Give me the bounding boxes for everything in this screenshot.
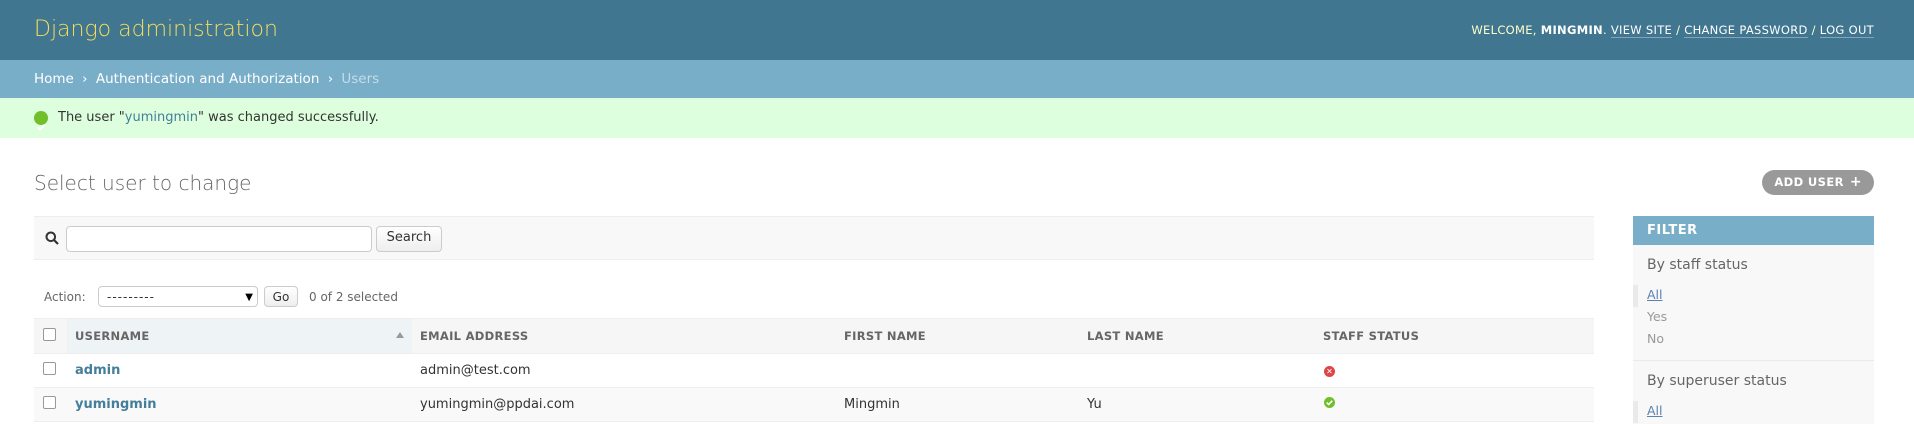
- email-cell: admin@test.com: [412, 353, 836, 388]
- chevron-down-icon: ▼: [245, 292, 253, 303]
- welcome-text: WELCOME,: [1471, 23, 1537, 37]
- breadcrumb-current: Users: [341, 71, 380, 87]
- breadcrumb-home[interactable]: Home: [34, 71, 74, 87]
- column-staff-status-label: STAFF STATUS: [1323, 329, 1420, 343]
- email-cell: yumingmin@ppdai.com: [412, 387, 836, 422]
- breadcrumb: Home › Authentication and Authorization …: [0, 60, 1914, 98]
- separator: /: [1811, 23, 1816, 37]
- change-password-link[interactable]: CHANGE PASSWORD: [1684, 23, 1808, 38]
- action-select[interactable]: --------- ▼: [98, 286, 258, 307]
- sort-ascending-icon[interactable]: [396, 332, 404, 338]
- row-select-cell: [34, 353, 67, 388]
- filter-option-label[interactable]: No: [1647, 331, 1664, 346]
- site-name[interactable]: Django administration: [34, 17, 278, 42]
- first-name-value: [836, 363, 844, 378]
- filter-options: All: [1633, 401, 1874, 423]
- row-select-cell: [34, 387, 67, 422]
- header: Django administration WELCOME, MINGMIN. …: [0, 0, 1914, 60]
- column-email[interactable]: EMAIL ADDRESS: [412, 318, 836, 354]
- row-checkbox[interactable]: [43, 362, 56, 375]
- add-user-label: ADD USER: [1774, 175, 1844, 189]
- first-name-value: Mingmin: [844, 397, 900, 412]
- view-site-link[interactable]: VIEW SITE: [1610, 23, 1673, 38]
- filter-option-label[interactable]: All: [1647, 403, 1663, 418]
- add-user-button[interactable]: ADD USER +: [1762, 170, 1874, 195]
- column-staff-status[interactable]: STAFF STATUS: [1315, 318, 1594, 354]
- first-name-cell: [836, 353, 1079, 388]
- search-icon: [45, 230, 59, 245]
- separator: /: [1676, 23, 1681, 37]
- x-circle-icon: ✕: [1324, 366, 1335, 377]
- filter-group-title: By superuser status: [1647, 373, 1787, 389]
- staff-status-cell: ✕: [1315, 353, 1594, 388]
- current-username: MINGMIN: [1540, 23, 1603, 37]
- username-cell: yumingmin: [67, 387, 412, 422]
- first-name-cell: Mingmin: [836, 387, 1079, 422]
- filter-option-label[interactable]: All: [1647, 287, 1663, 302]
- results-table: USERNAME EMAIL ADDRESS FIRST NAME LAST N…: [34, 318, 1594, 422]
- search-button[interactable]: Search: [376, 226, 442, 252]
- username-link[interactable]: yumingmin: [75, 397, 157, 412]
- column-email-label: EMAIL ADDRESS: [420, 329, 529, 343]
- filter-option-all[interactable]: All: [1633, 401, 1874, 423]
- search-input[interactable]: [66, 226, 372, 252]
- user-tools: WELCOME, MINGMIN. VIEW SITE / CHANGE PAS…: [1471, 23, 1874, 38]
- filter-option-no[interactable]: No: [1633, 329, 1874, 351]
- breadcrumb-separator: ›: [82, 71, 88, 87]
- row-checkbox[interactable]: [43, 396, 56, 409]
- message-prefix: The user ": [58, 110, 125, 125]
- breadcrumb-section[interactable]: Authentication and Authorization: [96, 71, 320, 87]
- log-out-link[interactable]: LOG OUT: [1819, 23, 1874, 38]
- search-toolbar: Search: [34, 216, 1594, 260]
- filter-panel: FILTER By staff status All Yes No By sup…: [1633, 216, 1874, 424]
- last-name-cell: Yu: [1079, 387, 1315, 422]
- last-name-value: [1079, 363, 1087, 378]
- filter-options: All Yes No: [1633, 285, 1874, 351]
- check-circle-icon: [1324, 397, 1335, 408]
- filter-option-label[interactable]: Yes: [1647, 309, 1667, 324]
- plus-icon: +: [1849, 174, 1862, 190]
- table-row: yumingmin yumingmin@ppdai.com Mingmin Yu: [34, 387, 1594, 422]
- staff-status-cell: [1315, 387, 1594, 422]
- column-last-name-label: LAST NAME: [1087, 329, 1164, 343]
- filter-group-superuser: By superuser status All: [1633, 361, 1874, 423]
- action-selected-option: ---------: [107, 290, 155, 304]
- filter-title: FILTER: [1633, 216, 1874, 245]
- username-link[interactable]: admin: [75, 363, 120, 378]
- page-title: Select user to change: [34, 171, 252, 195]
- table-row: admin admin@test.com ✕: [34, 353, 1594, 388]
- select-all-header: [34, 318, 67, 354]
- last-name-value: Yu: [1087, 397, 1102, 412]
- select-all-checkbox[interactable]: [43, 328, 56, 341]
- filter-group-title: By staff status: [1647, 257, 1748, 273]
- filter-group-staff: By staff status All Yes No: [1633, 245, 1874, 361]
- email-value: admin@test.com: [420, 363, 531, 378]
- username-cell: admin: [67, 353, 412, 388]
- last-name-cell: [1079, 353, 1315, 388]
- breadcrumb-separator: ›: [327, 71, 334, 87]
- message-suffix: " was changed successfully.: [198, 110, 379, 125]
- selection-counter: 0 of 2 selected: [309, 290, 398, 304]
- column-username[interactable]: USERNAME: [67, 318, 412, 354]
- message-user-link[interactable]: yumingmin: [125, 110, 198, 125]
- action-label: Action:: [44, 290, 86, 304]
- column-username-label: USERNAME: [75, 329, 150, 343]
- column-first-name-label: FIRST NAME: [844, 329, 926, 343]
- check-circle-icon: [34, 111, 48, 131]
- column-first-name[interactable]: FIRST NAME: [836, 318, 1079, 354]
- success-message: The user "yumingmin" was changed success…: [0, 98, 1914, 138]
- email-value: yumingmin@ppdai.com: [420, 397, 575, 412]
- column-last-name[interactable]: LAST NAME: [1079, 318, 1315, 354]
- filter-option-yes[interactable]: Yes: [1633, 307, 1874, 329]
- filter-option-all[interactable]: All: [1633, 285, 1874, 307]
- go-button[interactable]: Go: [264, 286, 298, 307]
- table-header-row: USERNAME EMAIL ADDRESS FIRST NAME LAST N…: [34, 318, 1594, 354]
